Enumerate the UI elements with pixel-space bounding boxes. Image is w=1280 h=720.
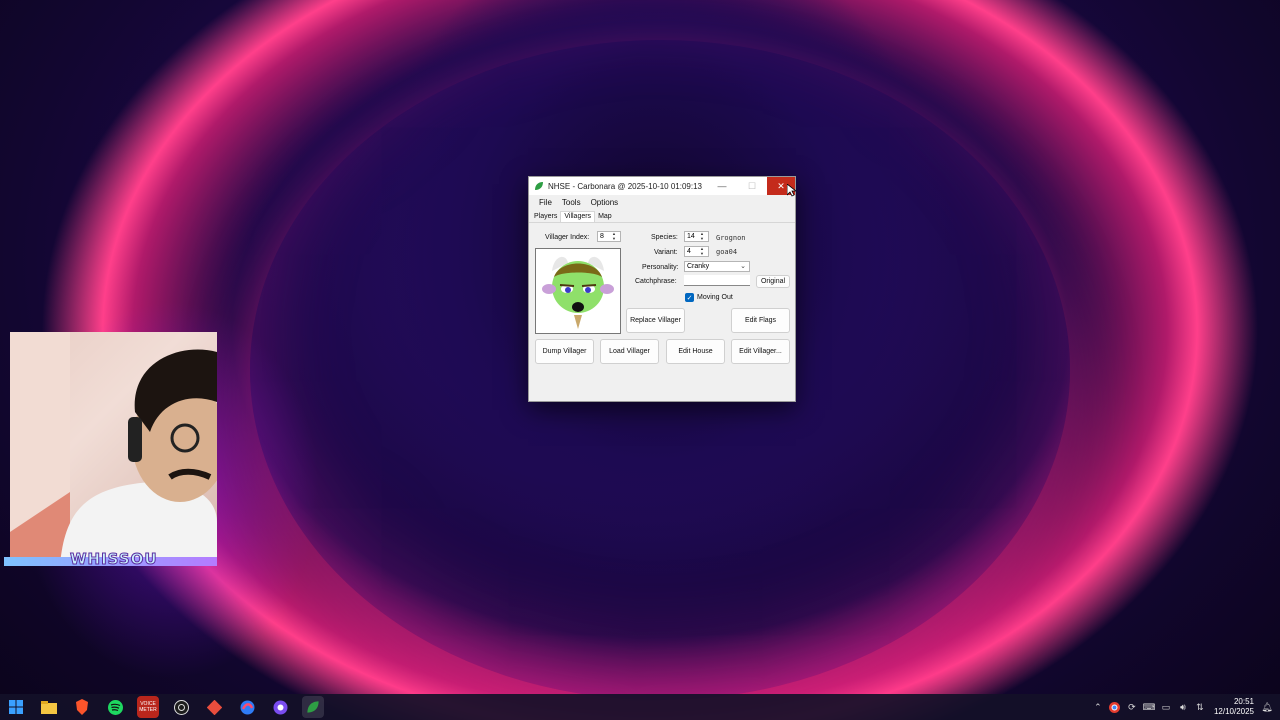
- menu-options[interactable]: Options: [586, 198, 624, 207]
- variant-stepper[interactable]: 4 ▲ ▼: [684, 246, 709, 257]
- moving-out-checkbox[interactable]: ✓: [685, 293, 694, 302]
- dump-villager-button[interactable]: Dump Villager: [535, 339, 594, 364]
- tab-strip: Players Villagers Map: [529, 210, 795, 223]
- voicemeeter-icon[interactable]: VOICE METER: [137, 696, 159, 718]
- menu-bar: File Tools Options: [529, 195, 795, 210]
- catchphrase-label: Catchphrase:: [635, 278, 677, 285]
- variant-code: goa04: [716, 248, 738, 256]
- clock-date: 12/10/2025: [1213, 707, 1254, 716]
- notification-bell-icon[interactable]: 🔔︎: [1260, 700, 1274, 714]
- edit-villager-button[interactable]: Edit Villager...: [731, 339, 790, 364]
- start-icon[interactable]: [5, 696, 27, 718]
- network-icon[interactable]: ⌨: [1142, 700, 1156, 714]
- personality-value: Cranky: [687, 263, 710, 270]
- original-button[interactable]: Original: [756, 275, 790, 288]
- villager-portrait: [535, 248, 621, 334]
- clock[interactable]: 20:51 12/10/2025: [1214, 697, 1254, 717]
- title-bar[interactable]: NHSE - Carbonara @ 2025-10-10 01:09:13 —…: [529, 177, 795, 195]
- ethernet-icon[interactable]: ⇅: [1193, 700, 1207, 714]
- taskbar: VOICE METER ⌃ ⟳ ⌨ ▭ 🔊︎ ⇅ 20:51 12/10/202…: [0, 694, 1280, 720]
- nhse-window: NHSE - Carbonara @ 2025-10-10 01:09:13 —…: [528, 176, 796, 402]
- brave-icon[interactable]: [71, 696, 93, 718]
- system-tray: ⌃ ⟳ ⌨ ▭ 🔊︎ ⇅ 20:51 12/10/2025 🔔︎: [1091, 694, 1280, 720]
- obs-icon[interactable]: [170, 696, 192, 718]
- variant-value: 4: [687, 248, 691, 255]
- webcam-overlay: [10, 332, 217, 565]
- species-name: Grognon: [716, 234, 746, 242]
- webcam-logo: WHISSOU: [70, 550, 158, 569]
- git-icon[interactable]: [203, 696, 225, 718]
- minimize-button[interactable]: —: [707, 177, 737, 195]
- personality-select[interactable]: Cranky ⌄: [684, 261, 750, 272]
- menu-file[interactable]: File: [534, 198, 557, 207]
- file-explorer-icon[interactable]: [38, 696, 60, 718]
- stepper-arrows-icon[interactable]: ▲ ▼: [612, 232, 619, 241]
- tab-players[interactable]: Players: [531, 212, 560, 222]
- chrome-icon[interactable]: [1108, 700, 1122, 714]
- chevron-down-icon: ⌄: [740, 263, 746, 270]
- clock-time: 20:51: [1233, 697, 1254, 706]
- leaf-icon: [535, 182, 543, 190]
- app-icon[interactable]: [236, 696, 258, 718]
- nhse-icon[interactable]: [302, 696, 324, 718]
- species-label: Species:: [651, 234, 678, 241]
- villager-index-label: Villager Index:: [545, 234, 590, 241]
- monitor-icon[interactable]: ▭: [1159, 700, 1173, 714]
- variant-label: Variant:: [654, 249, 678, 256]
- edit-house-button[interactable]: Edit House: [666, 339, 725, 364]
- species-stepper[interactable]: 14 ▲ ▼: [684, 231, 709, 242]
- chevron-up-icon[interactable]: ⌃: [1091, 700, 1105, 714]
- load-villager-button[interactable]: Load Villager: [600, 339, 659, 364]
- villager-index-stepper[interactable]: 8 ▲ ▼: [597, 231, 621, 242]
- stepper-arrows-icon[interactable]: ▲ ▼: [700, 232, 707, 241]
- checkmark-icon: ✓: [686, 294, 693, 302]
- edit-flags-button[interactable]: Edit Flags: [731, 308, 790, 333]
- menu-tools[interactable]: Tools: [557, 198, 586, 207]
- sync-icon[interactable]: ⟳: [1125, 700, 1139, 714]
- personality-label: Personality:: [642, 264, 679, 271]
- window-title: NHSE - Carbonara @ 2025-10-10 01:09:13: [548, 181, 702, 191]
- tab-map[interactable]: Map: [595, 212, 615, 222]
- volume-icon[interactable]: 🔊︎: [1176, 700, 1190, 714]
- species-value: 14: [687, 233, 695, 240]
- app-icon-2[interactable]: [269, 696, 291, 718]
- goat-villager-icon: [542, 256, 614, 329]
- maximize-button[interactable]: ☐: [737, 177, 767, 195]
- moving-out-label: Moving Out: [697, 294, 733, 301]
- spotify-icon[interactable]: [104, 696, 126, 718]
- mouse-cursor-icon: [787, 184, 796, 197]
- catchphrase-input[interactable]: [684, 275, 750, 286]
- stepper-arrows-icon[interactable]: ▲ ▼: [700, 247, 707, 256]
- tab-villagers[interactable]: Villagers: [560, 211, 596, 222]
- replace-villager-button[interactable]: Replace Villager: [626, 308, 685, 333]
- villager-index-value: 8: [600, 233, 604, 240]
- streamer-figure: [10, 332, 217, 565]
